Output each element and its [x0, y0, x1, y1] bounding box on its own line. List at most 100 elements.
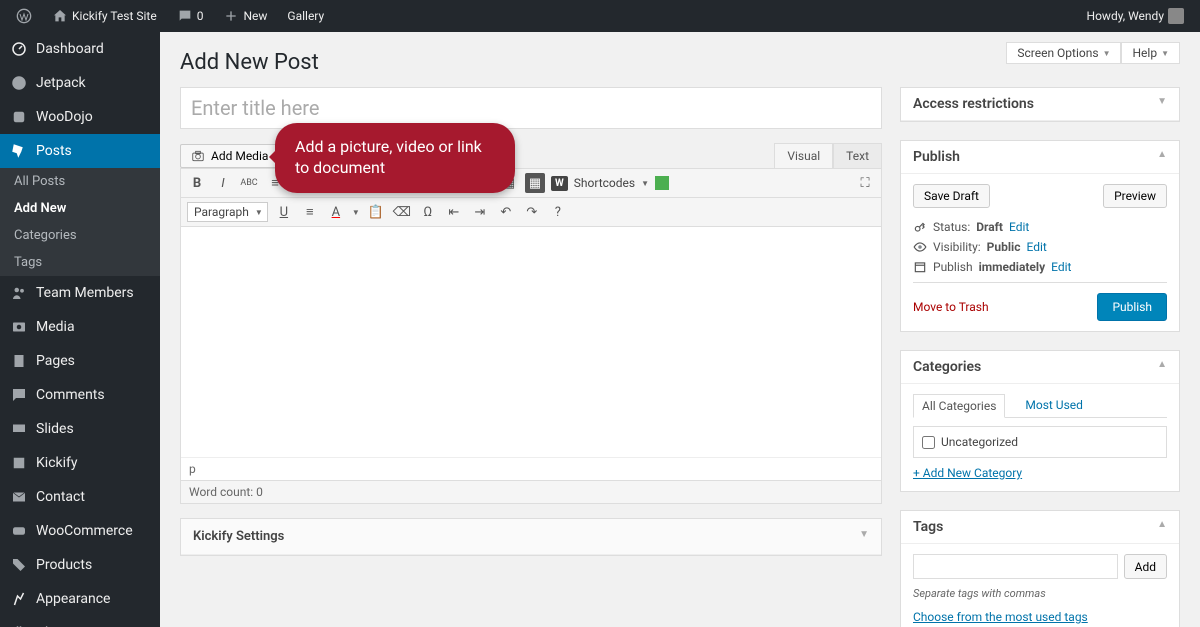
add-new-category-link[interactable]: + Add New Category: [913, 466, 1022, 480]
gallery-label: Gallery: [287, 9, 324, 23]
new-content[interactable]: New: [215, 0, 275, 32]
text-color-button[interactable]: A: [326, 202, 346, 222]
color-chip[interactable]: [655, 176, 669, 190]
eye-icon: [913, 240, 927, 254]
submenu-add-new[interactable]: Add New: [0, 195, 160, 222]
choose-tags-link[interactable]: Choose from the most used tags: [913, 610, 1088, 624]
toolbar-row-2: Paragraph U ≡ A ▼ 📋 ⌫ Ω ⇤ ⇥ ↶ ↷ ?: [181, 198, 881, 227]
bold-button[interactable]: B: [187, 173, 207, 193]
fullscreen-button[interactable]: ⛶: [855, 173, 875, 193]
sidebar-item-plugins[interactable]: Plugins: [0, 616, 160, 627]
sidebar-item-posts[interactable]: Posts: [0, 134, 160, 168]
submenu-categories[interactable]: Categories: [0, 222, 160, 249]
format-select[interactable]: Paragraph: [187, 202, 268, 222]
save-draft-button[interactable]: Save Draft: [913, 184, 990, 208]
sidebar-item-label: Appearance: [36, 591, 110, 607]
editor-path: p: [189, 462, 196, 476]
main-content: Screen Options ▼ Help ▼ Add New Post Add…: [160, 32, 1200, 627]
tags-toggle[interactable]: Tags▲: [901, 511, 1179, 544]
tab-all-categories[interactable]: All Categories: [913, 394, 1005, 418]
visibility-row: Visibility: Public Edit: [913, 240, 1167, 254]
categories-title: Categories: [913, 359, 981, 375]
uncategorized-checkbox[interactable]: [922, 436, 935, 449]
editor-box: B I ABC ≡ ≡ ❝ — ≡ ≡ ≡ 🔗 ⛓ ▦ ▦ W: [180, 168, 882, 504]
comments-link[interactable]: 0: [169, 0, 212, 32]
sidebar-item-slides[interactable]: Slides: [0, 412, 160, 446]
publish-box: Publish▲ Save Draft Preview Status: Draf…: [900, 140, 1180, 332]
tab-visual[interactable]: Visual: [774, 143, 833, 168]
sidebar-item-appearance[interactable]: Appearance: [0, 582, 160, 616]
preview-button[interactable]: Preview: [1103, 184, 1167, 208]
sidebar-item-jetpack[interactable]: Jetpack: [0, 66, 160, 100]
edit-status-link[interactable]: Edit: [1009, 220, 1029, 234]
kickify-settings-label: Kickify Settings: [193, 529, 284, 544]
submenu-tags[interactable]: Tags: [0, 249, 160, 276]
key-icon: [913, 220, 927, 234]
sidebar-item-media[interactable]: Media: [0, 310, 160, 344]
site-name[interactable]: Kickify Test Site: [44, 0, 165, 32]
paste-text-button[interactable]: 📋: [366, 202, 386, 222]
publish-toggle[interactable]: Publish▲: [901, 141, 1179, 174]
underline-button[interactable]: U: [274, 202, 294, 222]
sidebar-item-team-members[interactable]: Team Members: [0, 276, 160, 310]
sidebar-item-woodojo[interactable]: WooDojo: [0, 100, 160, 134]
sidebar-item-contact[interactable]: Contact: [0, 480, 160, 514]
sidebar-item-products[interactable]: Products: [0, 548, 160, 582]
italic-button[interactable]: I: [213, 173, 233, 193]
howdy-text: Howdy, Wendy: [1087, 9, 1164, 23]
justify-button[interactable]: ≡: [300, 202, 320, 222]
redo-button[interactable]: ↷: [522, 202, 542, 222]
special-char-button[interactable]: Ω: [418, 202, 438, 222]
clear-format-button[interactable]: ⌫: [392, 202, 412, 222]
user-account[interactable]: Howdy, Wendy: [1079, 0, 1192, 32]
access-restrictions-label: Access restrictions: [913, 96, 1034, 112]
uncategorized-label: Uncategorized: [941, 435, 1018, 449]
editor-body[interactable]: [181, 227, 881, 457]
help-button[interactable]: ?: [548, 202, 568, 222]
shortcodes-label[interactable]: Shortcodes: [574, 176, 635, 190]
sidebar-item-dashboard[interactable]: Dashboard: [0, 32, 160, 66]
tags-input[interactable]: [913, 554, 1118, 579]
publish-button[interactable]: Publish: [1097, 293, 1167, 321]
sidebar-item-woocommerce[interactable]: WooCommerce: [0, 514, 160, 548]
sidebar-item-comments[interactable]: Comments: [0, 378, 160, 412]
admin-bar: Kickify Test Site 0 New Gallery Howdy, W…: [0, 0, 1200, 32]
site-name-label: Kickify Test Site: [72, 9, 157, 23]
post-title-input[interactable]: [180, 87, 882, 129]
admin-sidebar: Dashboard Jetpack WooDojo Posts All Post…: [0, 32, 160, 627]
kickify-settings-toggle[interactable]: Kickify Settings▼: [181, 519, 881, 555]
camera-icon: [191, 149, 205, 163]
access-restrictions-box: Access restrictions▼: [900, 87, 1180, 122]
sidebar-item-label: Pages: [36, 353, 75, 369]
tags-helper: Separate tags with commas: [913, 587, 1167, 600]
edit-date-link[interactable]: Edit: [1051, 260, 1071, 274]
sidebar-item-kickify[interactable]: Kickify: [0, 446, 160, 480]
submenu-all-posts[interactable]: All Posts: [0, 168, 160, 195]
edit-visibility-link[interactable]: Edit: [1026, 240, 1046, 254]
sidebar-item-label: Comments: [36, 387, 105, 403]
gallery-link[interactable]: Gallery: [279, 0, 332, 32]
undo-button[interactable]: ↶: [496, 202, 516, 222]
help-toggle[interactable]: Help ▼: [1121, 42, 1180, 64]
categories-toggle[interactable]: Categories▲: [901, 351, 1179, 384]
status-row: Status: Draft Edit: [913, 220, 1167, 234]
sidebar-item-pages[interactable]: Pages: [0, 344, 160, 378]
toolbar-toggle-button[interactable]: ▦: [525, 173, 545, 193]
indent-button[interactable]: ⇥: [470, 202, 490, 222]
access-restrictions-toggle[interactable]: Access restrictions▼: [901, 88, 1179, 121]
outdent-button[interactable]: ⇤: [444, 202, 464, 222]
move-to-trash-link[interactable]: Move to Trash: [913, 300, 989, 314]
posts-submenu: All Posts Add New Categories Tags: [0, 168, 160, 276]
screen-options-toggle[interactable]: Screen Options ▼: [1006, 42, 1121, 64]
strike-button[interactable]: ABC: [239, 173, 259, 193]
add-tag-button[interactable]: Add: [1124, 554, 1167, 579]
wp-logo[interactable]: [8, 0, 40, 32]
tab-most-used[interactable]: Most Used: [1017, 394, 1091, 417]
kickify-settings-panel: Kickify Settings▼: [180, 518, 882, 556]
sidebar-item-label: Jetpack: [36, 75, 86, 91]
new-label: New: [243, 9, 267, 23]
word-count: Word count: 0: [181, 480, 881, 503]
help-label: Help: [1132, 46, 1157, 60]
tab-text[interactable]: Text: [833, 143, 882, 168]
screen-options-label: Screen Options: [1017, 46, 1098, 60]
